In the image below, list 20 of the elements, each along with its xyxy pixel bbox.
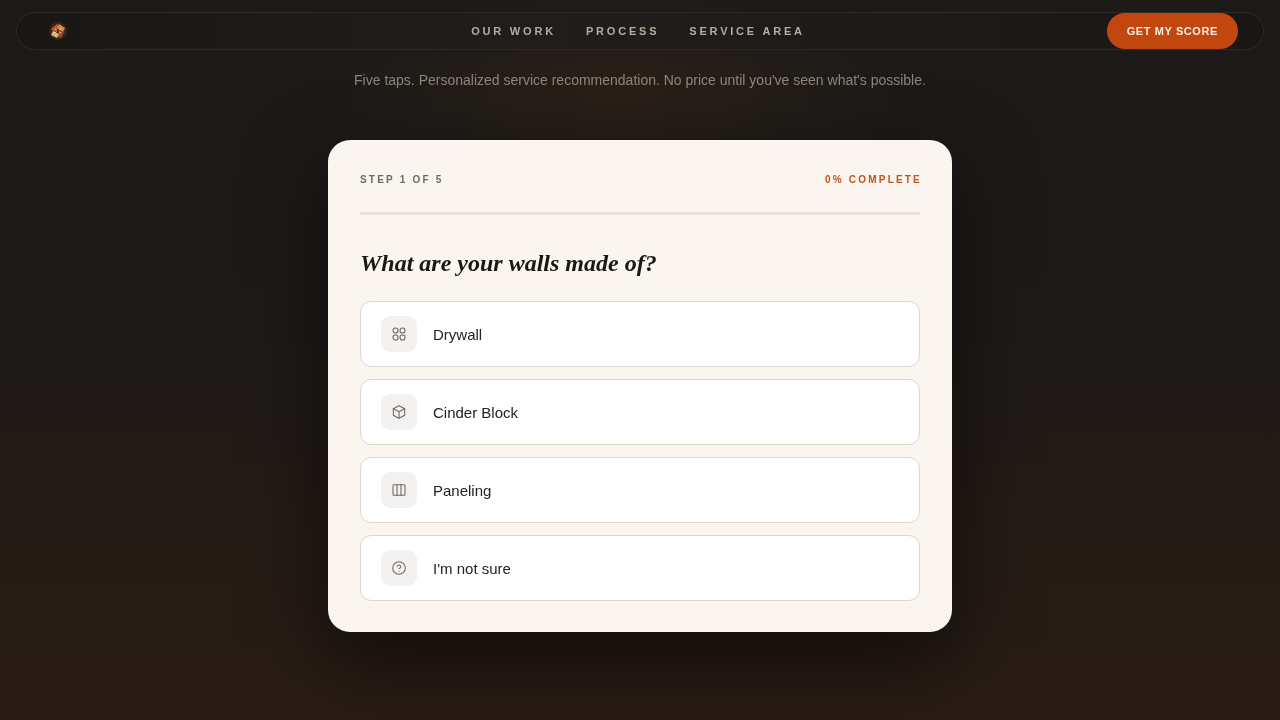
nav-link[interactable]: OUR WORK (471, 25, 556, 37)
option-label: Paneling (433, 481, 492, 499)
progress-label: 0% COMPLETE (825, 174, 922, 185)
logo-icon[interactable] (47, 20, 69, 42)
columns-icon (381, 472, 417, 508)
nav-link[interactable]: SERVICE AREA (689, 25, 805, 37)
question-heading: What are your walls made of? (360, 249, 658, 278)
cube-icon (381, 394, 417, 430)
grid-icon (381, 316, 417, 352)
subtitle: Five taps. Personalized service recommendation. No price until you've seen what's possible. (354, 72, 926, 88)
answer-option[interactable]: Cinder Block (360, 379, 920, 445)
answer-option[interactable]: Drywall (360, 301, 920, 367)
get-score-button[interactable]: GET MY SCORE (1106, 13, 1238, 49)
nav-link[interactable]: PROCESS (585, 25, 660, 37)
option-label: I'm not sure (433, 559, 511, 577)
step-label: STEP 1 OF 5 (360, 174, 444, 185)
option-label: Cinder Block (433, 403, 519, 421)
answer-option[interactable]: I'm not sure (360, 535, 920, 601)
option-label: Drywall (433, 325, 483, 343)
answer-option[interactable]: Paneling (360, 457, 920, 523)
